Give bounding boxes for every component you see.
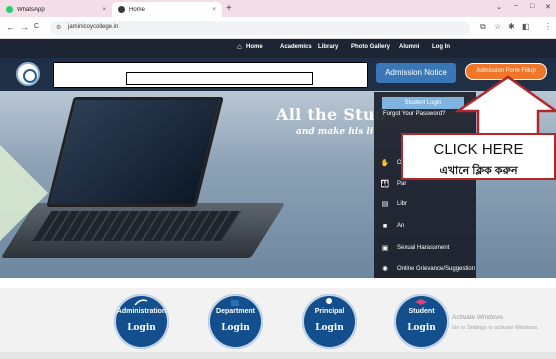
- laptop-image-screen: [46, 97, 224, 207]
- principal-login-button[interactable]: Principal Login: [302, 294, 357, 349]
- menu-dots-icon[interactable]: ⋮: [544, 22, 552, 31]
- login-label: Login: [407, 323, 436, 333]
- building-icon: [231, 300, 239, 306]
- menu-item-anti-ragging[interactable]: ■ An: [376, 218, 476, 234]
- callout-arrow-icon: [453, 75, 556, 135]
- sidebar-icon[interactable]: ◧: [522, 22, 530, 31]
- book-icon: ▤: [381, 201, 389, 208]
- address-bar-row: ← → C ⚙ jaminicoycollege.in ⧉ ☆ ✱ ◧ ⋮: [0, 17, 556, 39]
- college-logo[interactable]: [16, 62, 40, 86]
- house-icon[interactable]: ⌂: [237, 42, 242, 51]
- callout-bengali-text: এখানে ক্লিক করুন: [439, 165, 518, 177]
- activate-windows-watermark: Activate Windows: [452, 314, 504, 321]
- callout-english-text: CLICK HERE: [433, 141, 524, 158]
- login-label: Login: [127, 323, 156, 333]
- department-login-button[interactable]: Department Login: [208, 294, 263, 349]
- hero-title: All the Stud: [276, 105, 387, 124]
- login-title: Administration: [116, 308, 167, 315]
- maximize-button[interactable]: □: [530, 3, 534, 10]
- laptop-image-keyboard: [32, 211, 242, 241]
- forward-button[interactable]: →: [20, 22, 29, 32]
- click-here-callout: CLICK HERE এখানে ক্লিক করুন: [401, 133, 556, 180]
- login-title: Principal: [314, 308, 345, 315]
- menu-item-label: Par: [397, 181, 407, 187]
- menu-item-online-grievance[interactable]: ✺ Online Grievance/Suggestion: [376, 261, 476, 277]
- extensions-icon[interactable]: ✱: [508, 22, 515, 31]
- site-info-icon[interactable]: ⚙: [56, 24, 61, 31]
- activate-windows-subtext: Go to Settings to activate Windows.: [452, 325, 539, 331]
- nav-photo-gallery[interactable]: Photo Gallery: [351, 44, 390, 50]
- back-button[interactable]: ←: [6, 22, 15, 32]
- nav-library[interactable]: Library: [318, 44, 338, 50]
- whatsapp-icon: [6, 6, 13, 13]
- alert-icon: ▣: [381, 245, 389, 252]
- tab-title: WhatsApp: [17, 6, 45, 13]
- ambulance-icon: ■: [382, 222, 388, 230]
- nav-alumni[interactable]: Alumni: [399, 44, 419, 50]
- install-app-icon[interactable]: ⧉: [480, 22, 486, 32]
- minimize-button[interactable]: −: [514, 3, 518, 10]
- tab-whatsapp[interactable]: WhatsApp ×: [0, 2, 112, 17]
- new-tab-button[interactable]: +: [226, 3, 232, 14]
- divider-strip: [0, 278, 556, 288]
- close-tab-icon[interactable]: ×: [102, 7, 106, 13]
- nav-log-in[interactable]: Log In: [432, 44, 450, 50]
- login-label: Login: [221, 323, 250, 333]
- tab-title: Home: [129, 6, 146, 13]
- person-icon: [326, 298, 332, 304]
- menu-item-label: Libr: [397, 201, 408, 207]
- login-label: Login: [315, 323, 344, 333]
- forgot-password-link[interactable]: Forgot Your Password?: [383, 111, 445, 117]
- nav-academics[interactable]: Academics: [280, 44, 312, 50]
- menu-item-library[interactable]: ▤ Libr: [376, 196, 476, 212]
- url-input[interactable]: ⚙ jaminicoycollege.in: [50, 21, 470, 35]
- hands-icon: ✋: [380, 160, 390, 167]
- hero-subtitle: and make his li: [296, 127, 374, 137]
- login-title: Department: [216, 308, 255, 315]
- menu-item-label: Sexual Harassment: [397, 245, 450, 251]
- redacted-subtitle-box: [126, 72, 313, 85]
- student-login-circle-button[interactable]: Student Login: [394, 294, 449, 349]
- menu-item-label: An: [397, 223, 405, 229]
- administration-login-button[interactable]: Administration Login: [114, 294, 169, 349]
- site-top-nav: ⌂ Home Academics Library Photo Gallery A…: [0, 39, 556, 58]
- nav-home[interactable]: Home: [246, 44, 263, 50]
- menu-item-label: Online Grievance/Suggestion: [397, 266, 476, 272]
- bookmark-star-icon[interactable]: ☆: [494, 22, 501, 31]
- close-window-button[interactable]: ✕: [545, 3, 551, 11]
- tab-home[interactable]: Home ×: [112, 2, 222, 17]
- url-text: jaminicoycollege.in: [68, 24, 119, 30]
- login-title: Student: [408, 308, 435, 315]
- reload-button[interactable]: C: [34, 23, 39, 30]
- page-bottom-bar: [0, 352, 556, 359]
- swoosh-icon: [134, 299, 148, 306]
- close-tab-icon[interactable]: ×: [212, 7, 216, 13]
- people-icon: 👪: [380, 181, 390, 188]
- site-favicon-icon: [118, 6, 125, 13]
- browser-tab-bar: WhatsApp × Home × + ⌄ − □ ✕: [0, 0, 556, 17]
- tab-search-button[interactable]: ⌄: [496, 3, 502, 11]
- login-section: [0, 288, 556, 359]
- menu-item-sexual-harassment[interactable]: ▣ Sexual Harassment: [376, 240, 476, 256]
- graduation-cap-icon: [415, 299, 427, 305]
- lightbulb-icon: ✺: [382, 266, 388, 273]
